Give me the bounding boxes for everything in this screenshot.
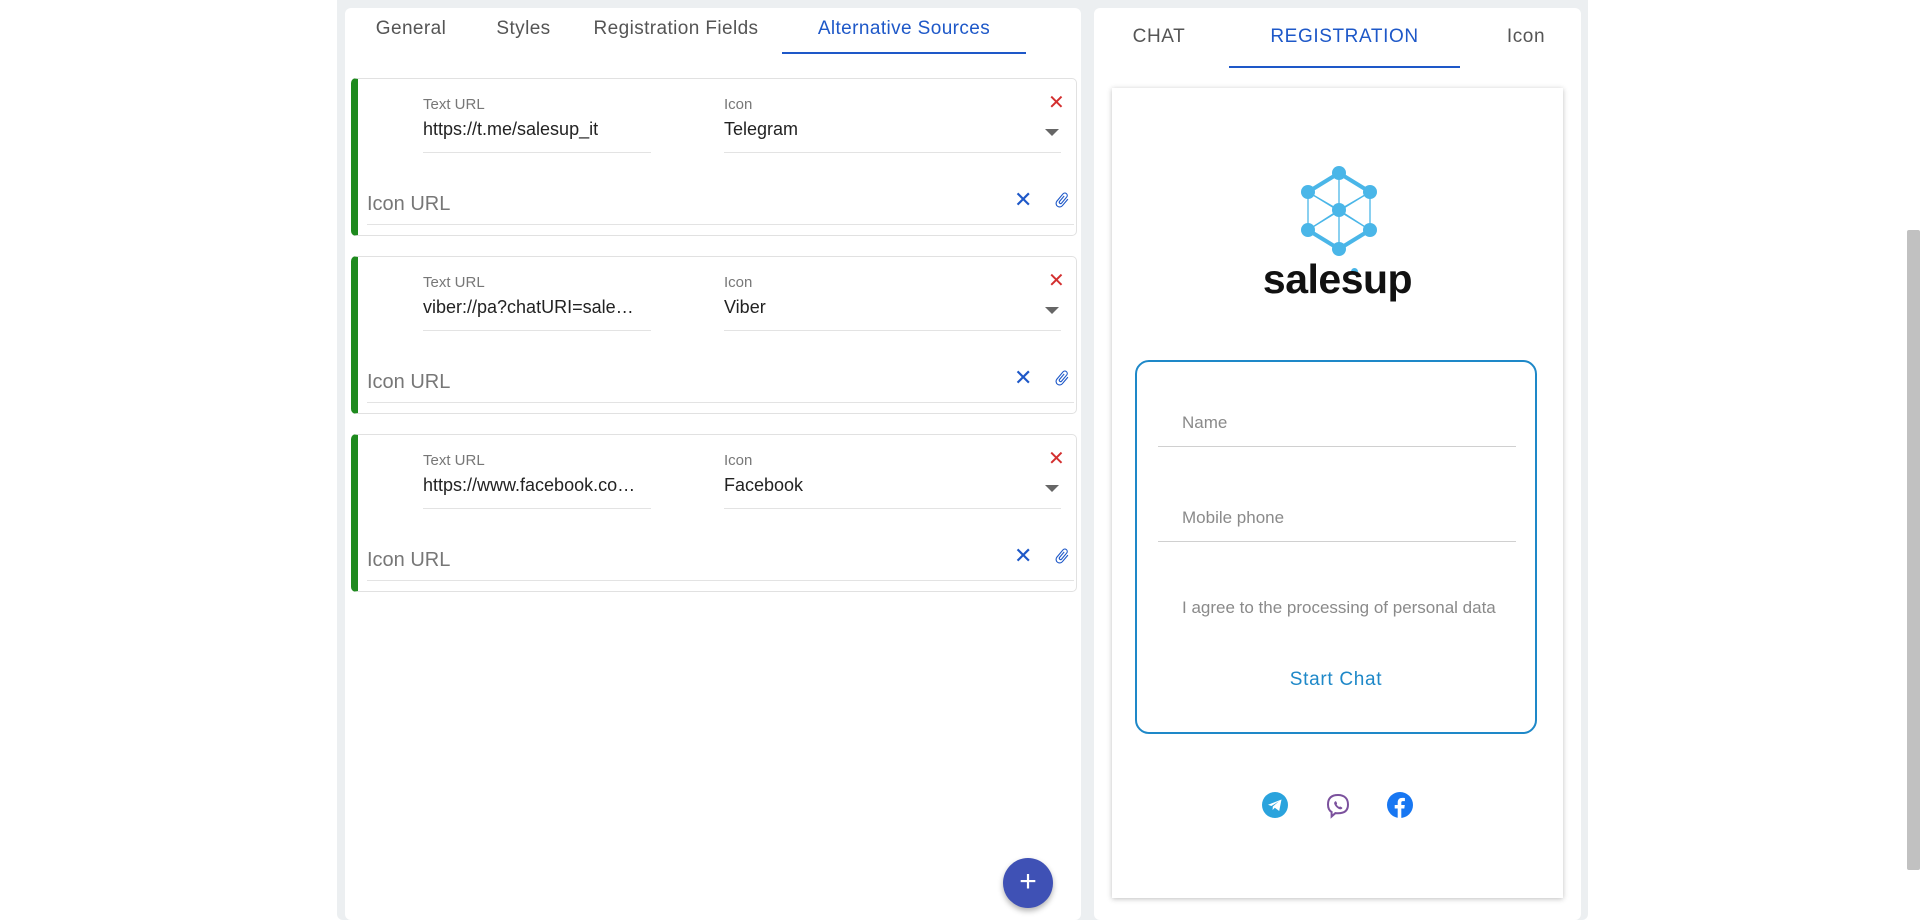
name-field[interactable]: Name [1158,397,1516,447]
clear-icon[interactable]: ✕ [1014,543,1032,569]
source-card-telegram: Text URL https://t.me/salesup_it Icon Te… [351,78,1077,236]
caret-down-icon [1045,129,1059,136]
mobile-phone-placeholder: Mobile phone [1182,508,1285,527]
icon-label: Icon [724,274,753,291]
tab-registration-fields[interactable]: Registration Fields [570,8,782,54]
mobile-phone-field[interactable]: Mobile phone [1158,492,1516,542]
registration-form: Name Mobile phone I agree to the process… [1135,360,1537,734]
text-url-field[interactable]: Text URL https://www.facebook.co… [423,452,651,509]
preview-tabs: CHAT REGISTRATION Icon [1094,8,1581,68]
icon-select[interactable]: Icon Viber [724,274,1061,331]
start-chat-button[interactable]: Start Chat [1137,669,1535,691]
icon-label: Icon [724,96,753,113]
delete-source-button[interactable]: ✕ [1048,93,1065,113]
icon-value: Facebook [724,475,804,495]
text-url-value: viber://pa?chatURI=sale… [423,297,634,317]
consent-text[interactable]: I agree to the processing of personal da… [1182,598,1496,618]
paperclip-icon[interactable] [1053,545,1071,572]
tab-general[interactable]: General [345,8,477,54]
tab-registration[interactable]: REGISTRATION [1229,8,1460,68]
icon-select[interactable]: Icon Facebook [724,452,1061,509]
clear-icon[interactable]: ✕ [1014,365,1032,391]
icon-select[interactable]: Icon Telegram [724,96,1061,153]
viber-icon[interactable] [1324,792,1352,820]
facebook-icon[interactable] [1387,792,1413,818]
tab-styles[interactable]: Styles [477,8,570,54]
text-url-label: Text URL [423,274,485,291]
icon-value: Telegram [724,119,799,139]
source-card-viber: Text URL viber://pa?chatURI=sale… Icon V… [351,256,1077,414]
text-url-value: https://www.facebook.co… [423,475,636,495]
preview-panel: CHAT REGISTRATION Icon salesup Name Mobi… [1094,8,1581,920]
tab-chat[interactable]: CHAT [1094,8,1224,68]
settings-panel: General Styles Registration Fields Alter… [345,8,1081,920]
delete-source-button[interactable]: ✕ [1048,449,1065,469]
source-card-facebook: Text URL https://www.facebook.co… Icon F… [351,434,1077,592]
widget-preview: salesup Name Mobile phone I agree to the… [1112,88,1563,898]
delete-source-button[interactable]: ✕ [1048,271,1065,291]
icon-value: Viber [724,297,766,317]
tab-icon[interactable]: Icon [1486,8,1566,68]
icon-url-input[interactable] [367,545,967,572]
sources-list: Text URL https://t.me/salesup_it Icon Te… [351,78,1077,612]
icon-label: Icon [724,452,753,469]
brand-logo [1301,166,1377,256]
icon-url-field: ✕ [367,365,1074,403]
clear-icon[interactable]: ✕ [1014,187,1032,213]
name-placeholder: Name [1182,413,1228,432]
caret-down-icon [1045,485,1059,492]
icon-url-input[interactable] [367,367,967,394]
add-source-button[interactable]: + [1003,858,1053,908]
telegram-icon[interactable] [1262,792,1288,818]
icon-url-field: ✕ [367,543,1074,581]
text-url-label: Text URL [423,96,485,113]
tab-alternative-sources[interactable]: Alternative Sources [782,8,1026,54]
icon-url-field: ✕ [367,187,1074,225]
caret-down-icon [1045,307,1059,314]
paperclip-icon[interactable] [1053,367,1071,394]
scrollbar[interactable] [1907,230,1920,870]
text-url-label: Text URL [423,452,485,469]
text-url-field[interactable]: Text URL viber://pa?chatURI=sale… [423,274,651,331]
settings-tabs: General Styles Registration Fields Alter… [345,8,1081,54]
icon-url-input[interactable] [367,189,967,216]
paperclip-icon[interactable] [1053,189,1071,216]
brand-name: salesup [1262,256,1413,302]
text-url-field[interactable]: Text URL https://t.me/salesup_it [423,96,651,153]
text-url-value: https://t.me/salesup_it [423,119,599,139]
